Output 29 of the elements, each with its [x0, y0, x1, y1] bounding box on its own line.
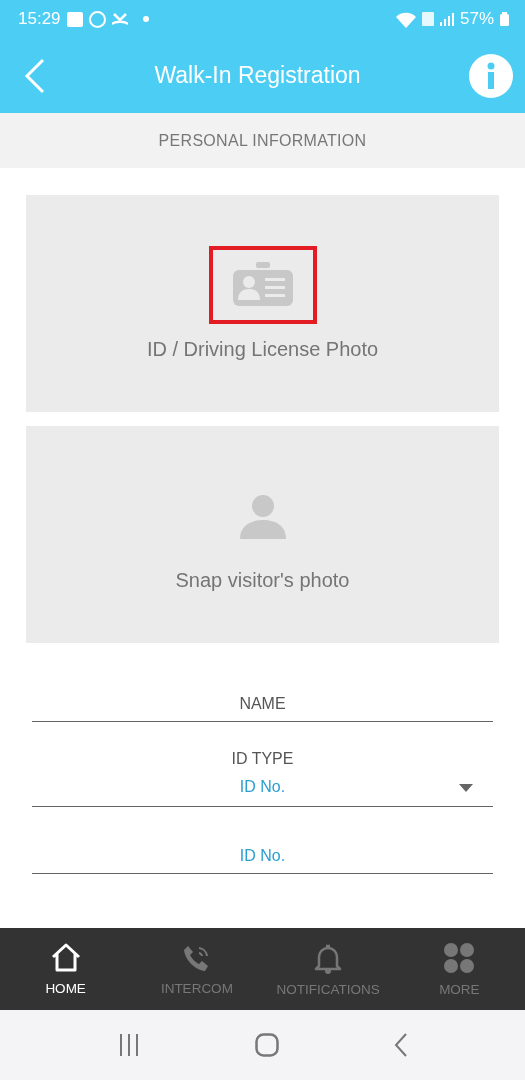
- photo-upload-area[interactable]: Snap visitor's photo: [26, 426, 499, 643]
- battery-percent: 57%: [459, 9, 494, 29]
- photo-upload-area[interactable]: ID / Driving License Photo: [26, 195, 499, 412]
- grid-icon: [443, 941, 476, 974]
- input-field[interactable]: NAME: [32, 687, 493, 722]
- screen-title: Walk-In Registration: [153, 62, 362, 89]
- field-label: ID TYPE: [230, 750, 295, 768]
- status-time: 15:29: [18, 9, 61, 29]
- section-title: PERSONAL INFORMATION: [0, 113, 525, 168]
- input-field[interactable]: ID No.: [32, 839, 493, 874]
- dropdown-caret-icon: [459, 784, 473, 792]
- signal-icon: [439, 12, 454, 26]
- missed-call-icon: [111, 12, 128, 26]
- photo-label: Snap visitor's photo: [175, 569, 350, 592]
- id-type-dropdown[interactable]: ID No.: [32, 768, 493, 807]
- id-card-icon: [232, 262, 293, 308]
- back-nav-button[interactable]: [393, 1033, 408, 1057]
- nav-tab[interactable]: HOME: [0, 928, 132, 1010]
- wifi-icon: [395, 10, 416, 28]
- person-icon: [239, 493, 286, 539]
- nav-tab[interactable]: INTERCOM: [131, 928, 263, 1010]
- photo-label: ID / Driving License Photo: [146, 338, 379, 361]
- battery-icon: [500, 12, 509, 26]
- nav-tab[interactable]: MORE: [393, 928, 525, 1010]
- dot-icon: [141, 15, 150, 23]
- home-icon: [49, 942, 82, 973]
- home-button[interactable]: [254, 1033, 279, 1057]
- recent-apps-button[interactable]: [117, 1033, 140, 1057]
- nav-tab[interactable]: NOTIFICATIONS: [262, 928, 394, 1010]
